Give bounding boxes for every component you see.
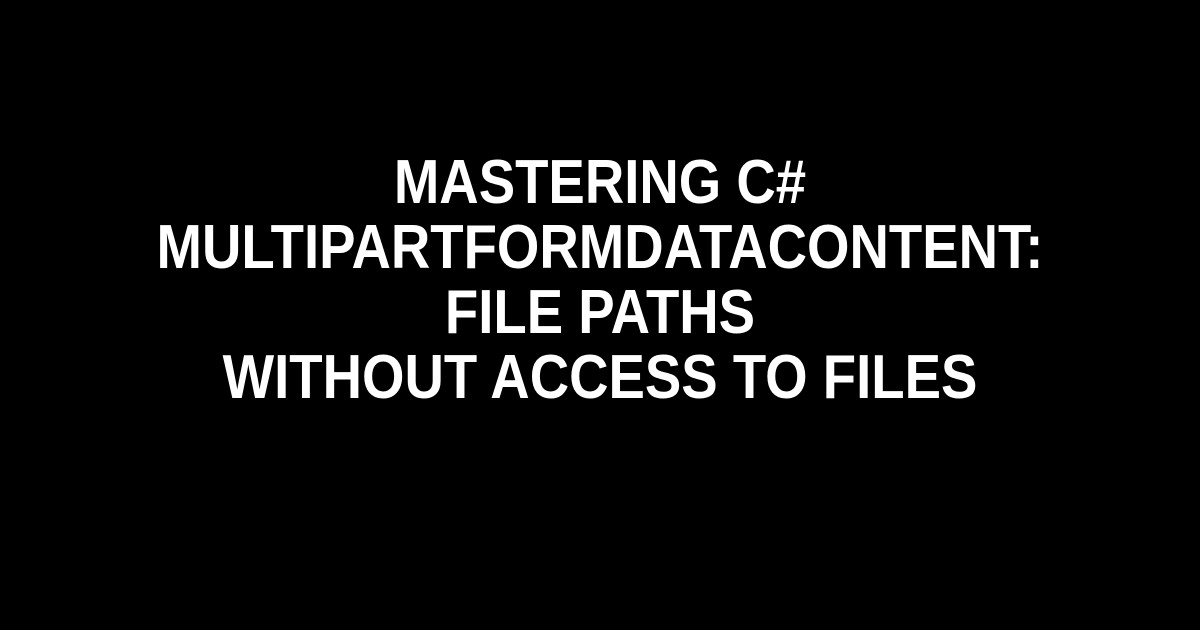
title-line-2: MultipartFormDataContent: File Paths bbox=[157, 213, 1044, 347]
title-line-1: Mastering C# bbox=[394, 148, 806, 217]
title-container: Mastering C# MultipartFormDataContent: F… bbox=[0, 150, 1200, 410]
page-title: Mastering C# MultipartFormDataContent: F… bbox=[125, 150, 1075, 410]
title-line-3: Without Access to Files bbox=[223, 343, 978, 412]
